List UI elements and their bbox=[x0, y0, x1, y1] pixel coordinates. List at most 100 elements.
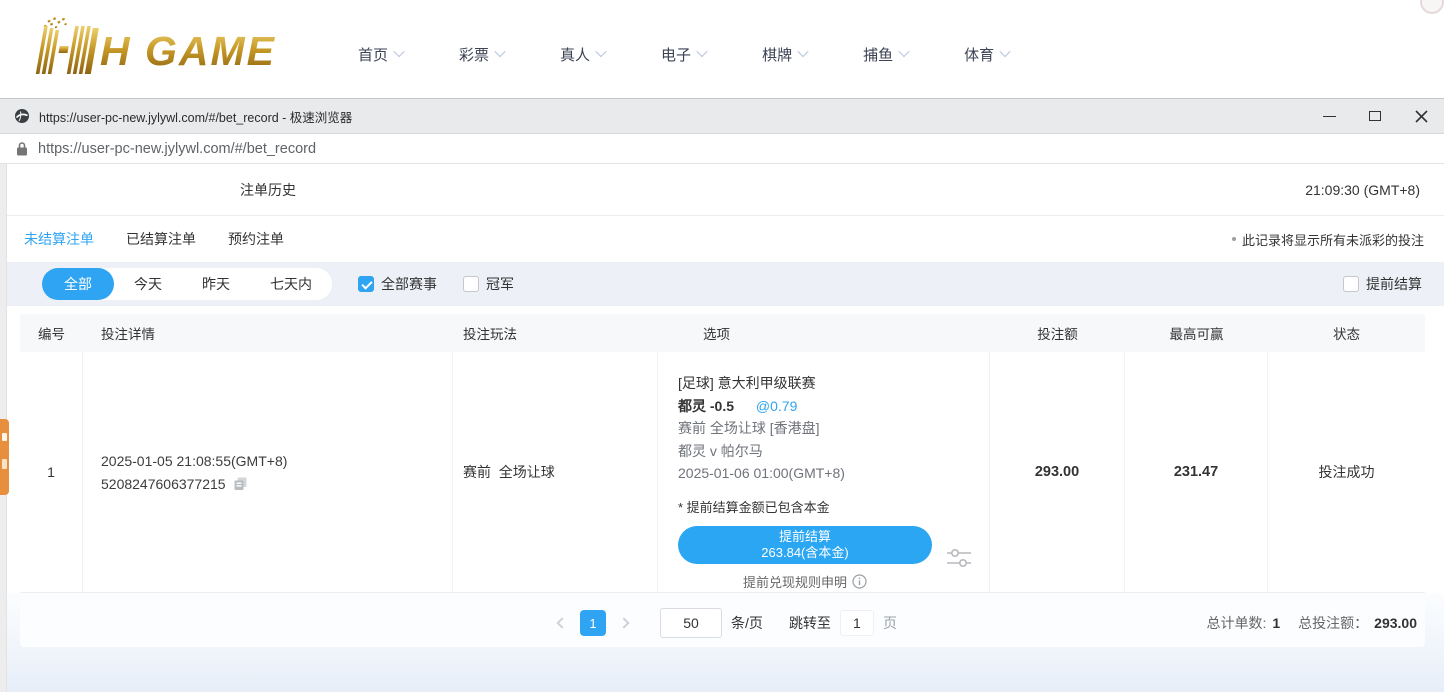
cell-play-type: 赛前 全场让球 bbox=[453, 352, 658, 592]
chevron-down-icon bbox=[898, 46, 909, 57]
per-page-label: 条/页 bbox=[731, 613, 763, 633]
page-size-input[interactable] bbox=[660, 608, 722, 638]
close-icon bbox=[1415, 110, 1428, 123]
nav-label: 首页 bbox=[358, 44, 388, 65]
nav-label: 真人 bbox=[560, 44, 590, 65]
nav-item-sports[interactable]: 体育 bbox=[964, 44, 1009, 65]
floating-side-widget[interactable] bbox=[0, 419, 9, 495]
copy-icon[interactable] bbox=[233, 476, 248, 491]
window-controls bbox=[1306, 99, 1444, 133]
cashout-button-amount: 263.84(含本金) bbox=[761, 545, 848, 561]
page-unit-label: 页 bbox=[883, 613, 897, 633]
nav-item-home[interactable]: 首页 bbox=[358, 44, 403, 65]
minimize-icon bbox=[1323, 116, 1336, 117]
nav-item-boardgames[interactable]: 棋牌 bbox=[762, 44, 807, 65]
early-settle-label: 提前结算 bbox=[1366, 274, 1422, 294]
cell-max-win: 231.47 bbox=[1125, 352, 1268, 592]
match-teams: 都灵 v 帕尔马 bbox=[678, 440, 979, 463]
match-time: 2025-01-06 01:00(GMT+8) bbox=[678, 462, 979, 485]
tab-settled[interactable]: 已结算注单 bbox=[126, 229, 196, 249]
nav-label: 彩票 bbox=[459, 44, 489, 65]
logo-graphic: H GAME bbox=[26, 16, 294, 78]
col-header-stake: 投注额 bbox=[990, 323, 1125, 343]
cashout-rule-link[interactable]: 提前兑现规则申明 bbox=[678, 572, 932, 591]
minimize-button[interactable] bbox=[1306, 99, 1352, 133]
jump-page-input[interactable] bbox=[840, 610, 874, 636]
totals: 总计单数:1 总投注额：293.00 bbox=[1206, 599, 1417, 647]
cashout-settings-icon[interactable] bbox=[946, 547, 972, 569]
league-name: [足球] 意大利甲级联赛 bbox=[678, 372, 979, 395]
col-header-maxwin: 最高可赢 bbox=[1125, 323, 1268, 343]
cashout-rule-text: 提前兑现规则申明 bbox=[743, 572, 847, 591]
checkbox-unchecked-icon bbox=[1343, 276, 1359, 292]
bet-record-page: 注单历史 21:09:30 (GMT+8) 未结算注单 已结算注单 预约注单 此… bbox=[0, 164, 1444, 692]
cell-stake: 293.00 bbox=[990, 352, 1125, 592]
nav-item-lottery[interactable]: 彩票 bbox=[459, 44, 504, 65]
cashout-col: 提前结算 263.84(含本金) 提前兑现规则申明 bbox=[678, 526, 932, 591]
chevron-down-icon bbox=[999, 46, 1010, 57]
nav-label: 电子 bbox=[661, 44, 691, 65]
bet-id-line: 5208247606377215 bbox=[101, 476, 452, 492]
champion-checkbox[interactable]: 冠军 bbox=[463, 274, 514, 294]
cell-option: [足球] 意大利甲级联赛 都灵 -0.5 @0.79 赛前 全场让球 [香港盘]… bbox=[658, 352, 990, 592]
main-nav: 首页 彩票 真人 电子 棋牌 捕鱼 体育 bbox=[358, 44, 1009, 65]
col-header-option: 选项 bbox=[658, 323, 990, 343]
chevron-down-icon bbox=[393, 46, 404, 57]
date-filter-7days[interactable]: 七天内 bbox=[250, 268, 332, 300]
info-icon bbox=[852, 574, 867, 589]
nav-label: 体育 bbox=[964, 44, 994, 65]
date-filter-all[interactable]: 全部 bbox=[42, 268, 114, 300]
total-stake-value: 293.00 bbox=[1374, 615, 1417, 631]
pick-line: 都灵 -0.5 @0.79 bbox=[678, 395, 979, 418]
lock-icon bbox=[16, 141, 28, 156]
pick-selection: 都灵 -0.5 bbox=[678, 398, 734, 414]
prev-page-button[interactable] bbox=[548, 609, 576, 637]
close-button[interactable] bbox=[1398, 99, 1444, 133]
nav-item-slots[interactable]: 电子 bbox=[661, 44, 706, 65]
chevron-down-icon bbox=[494, 46, 505, 57]
all-events-checkbox[interactable]: 全部赛事 bbox=[358, 274, 437, 294]
current-page-button[interactable]: 1 bbox=[580, 610, 606, 636]
bullet-icon bbox=[1232, 237, 1236, 241]
nav-label: 捕鱼 bbox=[863, 44, 893, 65]
window-title: https://user-pc-new.jylywl.com/#/bet_rec… bbox=[39, 107, 1306, 126]
maximize-button[interactable] bbox=[1352, 99, 1398, 133]
browser-window: https://user-pc-new.jylywl.com/#/bet_rec… bbox=[0, 98, 1444, 692]
all-events-label: 全部赛事 bbox=[381, 274, 437, 294]
date-filter-yesterday[interactable]: 昨天 bbox=[182, 268, 250, 300]
cashout-button-title: 提前结算 bbox=[779, 529, 831, 545]
nav-item-fishing[interactable]: 捕鱼 bbox=[863, 44, 908, 65]
hh-game-logo[interactable]: H GAME bbox=[26, 16, 294, 78]
page-header: 注单历史 21:09:30 (GMT+8) bbox=[0, 164, 1444, 216]
cell-status: 投注成功 bbox=[1268, 352, 1425, 592]
browser-addressbar[interactable]: https://user-pc-new.jylywl.com/#/bet_rec… bbox=[0, 134, 1444, 164]
date-filter-today[interactable]: 今天 bbox=[114, 268, 182, 300]
tabs-row: 未结算注单 已结算注单 预约注单 此记录将显示所有未派彩的投注 bbox=[0, 216, 1444, 262]
total-stake: 总投注额：293.00 bbox=[1298, 613, 1417, 633]
early-settle-checkbox[interactable]: 提前结算 bbox=[1343, 274, 1422, 294]
cashout-row: 提前结算 263.84(含本金) 提前兑现规则申明 bbox=[678, 526, 979, 591]
globe-favicon bbox=[14, 108, 30, 124]
checkbox-unchecked-icon bbox=[463, 276, 479, 292]
bets-table: 编号 投注详情 投注玩法 选项 投注额 最高可赢 状态 1 2025-01-05… bbox=[20, 314, 1425, 593]
date-filter-group: 全部 今天 昨天 七天内 bbox=[42, 268, 332, 300]
site-header: H GAME 首页 彩票 真人 电子 棋牌 捕鱼 体育 bbox=[0, 0, 1444, 98]
cell-row-number: 1 bbox=[20, 352, 83, 592]
chevron-left-icon bbox=[556, 617, 567, 628]
floating-circle-icon[interactable] bbox=[1420, 0, 1444, 14]
chevron-down-icon bbox=[696, 46, 707, 57]
tab-reserved[interactable]: 预约注单 bbox=[228, 229, 284, 249]
bet-time: 2025-01-05 21:08:55(GMT+8) bbox=[101, 453, 452, 469]
browser-titlebar[interactable]: https://user-pc-new.jylywl.com/#/bet_rec… bbox=[0, 99, 1444, 134]
market-type: 赛前 全场让球 [香港盘] bbox=[678, 417, 979, 440]
col-header-detail: 投注详情 bbox=[83, 323, 453, 343]
record-note-text: 此记录将显示所有未派彩的投注 bbox=[1242, 230, 1424, 249]
next-page-button[interactable] bbox=[610, 609, 638, 637]
tab-unsettled[interactable]: 未结算注单 bbox=[24, 229, 94, 249]
chevron-down-icon bbox=[595, 46, 606, 57]
total-count-label: 总计单数: bbox=[1206, 615, 1266, 631]
server-clock: 21:09:30 (GMT+8) bbox=[1305, 164, 1420, 216]
bet-id: 5208247606377215 bbox=[101, 476, 226, 492]
cashout-button[interactable]: 提前结算 263.84(含本金) bbox=[678, 526, 932, 564]
nav-item-live[interactable]: 真人 bbox=[560, 44, 605, 65]
